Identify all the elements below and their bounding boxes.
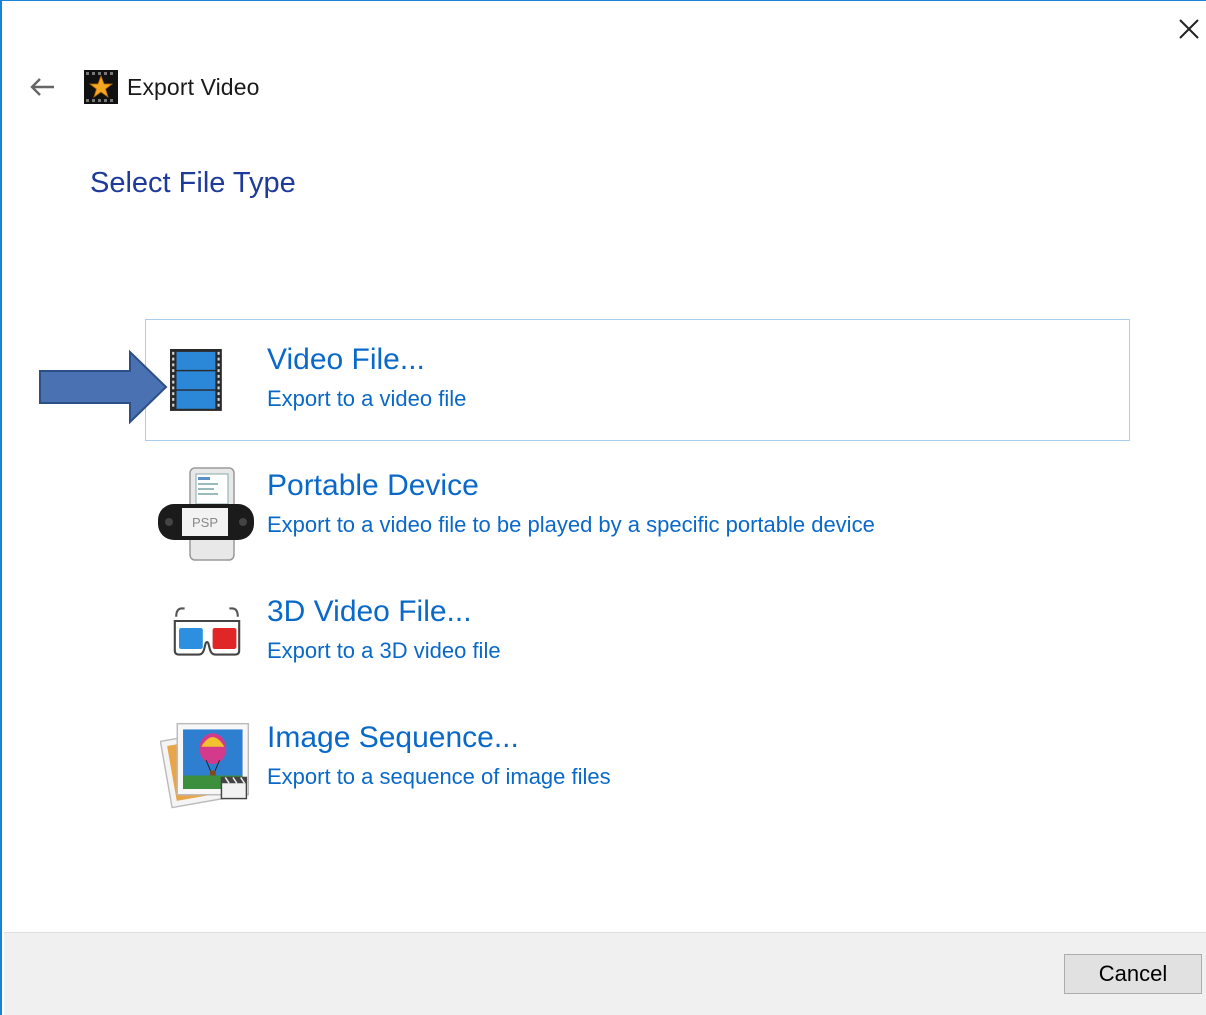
option-video-file[interactable]: Video File... Export to a video file	[145, 319, 1130, 441]
option-description: Export to a video file	[267, 386, 467, 411]
image-sequence-icon	[160, 722, 250, 809]
option-3d-video-file[interactable]: 3D Video File... Export to a 3D video fi…	[145, 571, 1130, 693]
window-title-bar: Export Video	[84, 69, 259, 105]
dialog-footer: Cancel	[4, 932, 1206, 1015]
option-title: Portable Device	[267, 469, 479, 502]
option-description: Export to a video file to be played by a…	[267, 512, 875, 537]
psp-label: PSP	[192, 515, 218, 530]
option-description: Export to a sequence of image files	[267, 764, 611, 789]
3d-glasses-icon	[173, 607, 241, 656]
page-title: Select File Type	[90, 167, 296, 199]
option-portable-device[interactable]: PSP Portable Device Export to a video fi…	[145, 445, 1130, 567]
option-title: 3D Video File...	[267, 595, 472, 628]
option-title: Image Sequence...	[267, 721, 519, 754]
back-button[interactable]	[24, 71, 60, 103]
export-video-dialog: Export Video Select File Type Video File…	[0, 0, 1206, 1015]
close-button[interactable]	[1172, 9, 1206, 49]
window-title: Export Video	[127, 73, 260, 100]
film-strip-icon	[170, 349, 222, 411]
pointer-arrow-annotation	[39, 349, 168, 425]
option-image-sequence[interactable]: Image Sequence... Export to a sequence o…	[145, 697, 1130, 819]
psp-device-icon: PSP	[158, 467, 254, 561]
option-description: Export to a 3D video file	[267, 638, 501, 663]
cancel-button[interactable]: Cancel	[1064, 954, 1202, 994]
back-arrow-icon	[30, 78, 54, 96]
option-title: Video File...	[267, 343, 425, 376]
close-icon	[1179, 19, 1199, 39]
videopad-star-icon	[84, 70, 118, 104]
